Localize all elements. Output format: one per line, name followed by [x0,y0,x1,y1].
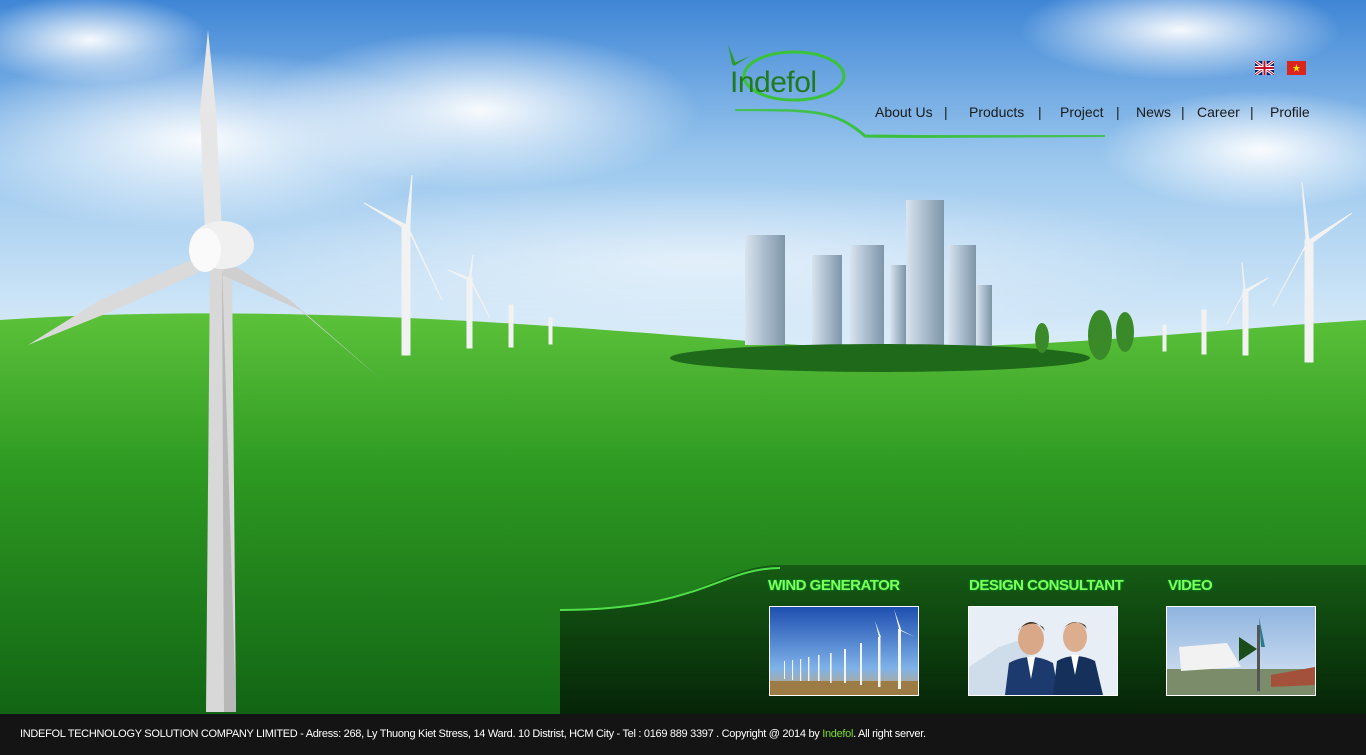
nav-separator: | [944,104,948,120]
nav-separator: | [1250,104,1254,120]
nav-separator: | [1181,104,1185,120]
nav-products[interactable]: Products [969,104,1024,120]
nav-about-us[interactable]: About Us [875,104,933,120]
nav-news[interactable]: News [1136,104,1171,120]
nav-profile[interactable]: Profile [1270,104,1310,120]
nav-separator: | [1038,104,1042,120]
nav-project[interactable]: Project [1060,104,1104,120]
footer-brand-link[interactable]: Indefol [822,728,853,740]
footer-company-info: INDEFOL TECHNOLOGY SOLUTION COMPANY LIMI… [20,728,823,740]
section-title-design-consultant[interactable]: DESIGN CONSULTANT [969,577,1124,594]
design-consultant-thumbnail[interactable] [968,606,1118,696]
footer: INDEFOL TECHNOLOGY SOLUTION COMPANY LIMI… [0,714,1366,755]
section-title-video[interactable]: VIDEO [1168,577,1213,594]
uk-flag-icon[interactable] [1255,61,1274,75]
vn-flag-icon[interactable] [1287,61,1306,75]
wind-generator-thumbnail[interactable] [769,606,919,696]
nav-separator: | [1116,104,1120,120]
indefol-logo[interactable]: Indefol [716,42,856,104]
video-thumbnail-image [1167,607,1315,695]
footer-rights: . All right server. [853,728,926,740]
wind-farm-image [770,607,918,695]
video-thumbnail[interactable] [1166,606,1316,696]
footer-info: INDEFOL TECHNOLOGY SOLUTION COMPANY LIMI… [20,728,926,740]
main-nav: About Us | Products | Project | News | C… [860,104,1320,126]
section-title-wind-generator[interactable]: WIND GENERATOR [768,577,900,594]
logo-text: Indefol [730,66,817,99]
business-meeting-image [969,607,1117,695]
language-switcher [1255,61,1315,75]
nav-career[interactable]: Career [1197,104,1240,120]
